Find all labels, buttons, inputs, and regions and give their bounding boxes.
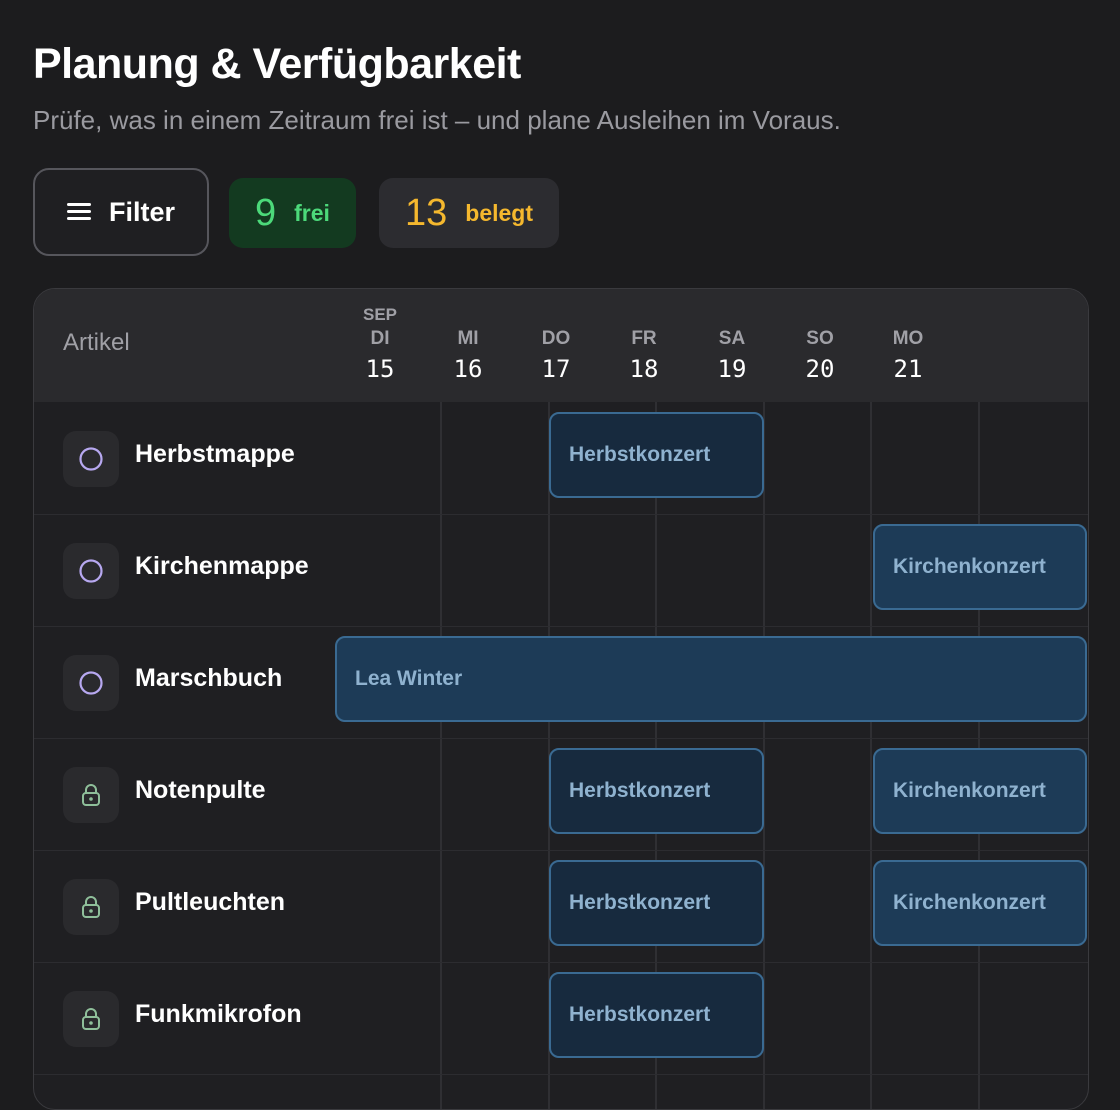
table-row[interactable]: Kirchenmappe Kirchenkonzert bbox=[34, 514, 1088, 627]
table-row[interactable]: Marschbuch Lea Winter bbox=[34, 626, 1088, 739]
day-number: 19 bbox=[717, 355, 747, 383]
free-count-badge[interactable]: 9 frei bbox=[229, 178, 356, 248]
circle-icon bbox=[79, 559, 103, 583]
month-label: SEP bbox=[362, 305, 398, 324]
availability-grid: Artikel SEP DI 15 MI 16 DO 17 FR 18 SA 1… bbox=[33, 288, 1089, 1110]
row-name: Kirchenmappe bbox=[135, 552, 309, 580]
day-of-week: DI bbox=[370, 328, 390, 349]
lock-icon bbox=[82, 1008, 100, 1030]
lock-icon bbox=[82, 784, 100, 806]
status-icon-wrap bbox=[63, 543, 119, 599]
page-subtitle: Prüfe, was in einem Zeitraum frei ist – … bbox=[33, 105, 841, 135]
day-of-week: DO bbox=[541, 328, 571, 349]
column-header-artikel: Artikel bbox=[63, 329, 130, 356]
status-icon-wrap bbox=[63, 879, 119, 935]
booking-block[interactable]: Herbstkonzert bbox=[549, 748, 764, 834]
busy-count-badge[interactable]: 13 belegt bbox=[379, 178, 560, 248]
day-number: 17 bbox=[541, 355, 571, 383]
day-number: 18 bbox=[629, 355, 659, 383]
filter-button[interactable]: Filter bbox=[33, 168, 209, 256]
grid-header: Artikel SEP DI 15 MI 16 DO 17 FR 18 SA 1… bbox=[34, 289, 1088, 402]
row-name: Pultleuchten bbox=[135, 888, 286, 916]
table-row[interactable]: Notenpulte Herbstkonzert Kirchenkonzert bbox=[34, 738, 1088, 851]
row-name: Marschbuch bbox=[135, 664, 283, 692]
busy-label: belegt bbox=[465, 199, 534, 226]
page-title: Planung & Verfügbarkeit bbox=[33, 40, 521, 88]
day-of-week: MO bbox=[892, 328, 924, 349]
filter-button-label: Filter bbox=[108, 196, 175, 227]
status-icon-wrap bbox=[63, 767, 119, 823]
day-number: 15 bbox=[365, 355, 395, 383]
free-label: frei bbox=[294, 199, 330, 226]
day-of-week: FR bbox=[631, 328, 657, 349]
status-icon-wrap bbox=[63, 655, 119, 711]
circle-icon bbox=[79, 447, 103, 471]
day-of-week: SO bbox=[806, 328, 834, 349]
day-of-week: SA bbox=[718, 328, 746, 349]
day-number: 21 bbox=[893, 355, 923, 383]
row-name: Herbstmappe bbox=[135, 440, 295, 468]
booking-block[interactable]: Herbstkonzert bbox=[549, 412, 764, 498]
day-number: 16 bbox=[453, 355, 483, 383]
circle-icon bbox=[79, 671, 103, 695]
busy-count: 13 bbox=[405, 191, 448, 234]
table-row[interactable]: Funkmikrofon Herbstkonzert bbox=[34, 962, 1088, 1075]
day-number: 20 bbox=[805, 355, 835, 383]
booking-block[interactable]: Herbstkonzert bbox=[549, 860, 764, 946]
table-row[interactable]: Herbstmappe Herbstkonzert bbox=[34, 402, 1088, 515]
booking-block[interactable]: Herbstkonzert bbox=[549, 972, 764, 1058]
free-count: 9 bbox=[255, 191, 277, 234]
row-name: Funkmikrofon bbox=[135, 1000, 302, 1028]
status-icon-wrap bbox=[63, 991, 119, 1047]
booking-block[interactable]: Kirchenkonzert bbox=[873, 748, 1087, 834]
lock-icon bbox=[82, 896, 100, 918]
menu-icon bbox=[66, 203, 91, 221]
booking-block[interactable]: Kirchenkonzert bbox=[873, 524, 1087, 610]
status-icon-wrap bbox=[63, 431, 119, 487]
row-name: Notenpulte bbox=[135, 776, 266, 804]
booking-block[interactable]: Lea Winter bbox=[335, 636, 1087, 722]
day-of-week: MI bbox=[457, 328, 479, 349]
booking-block[interactable]: Kirchenkonzert bbox=[873, 860, 1087, 946]
table-row[interactable]: Pultleuchten Herbstkonzert Kirchenkonzer… bbox=[34, 850, 1088, 963]
